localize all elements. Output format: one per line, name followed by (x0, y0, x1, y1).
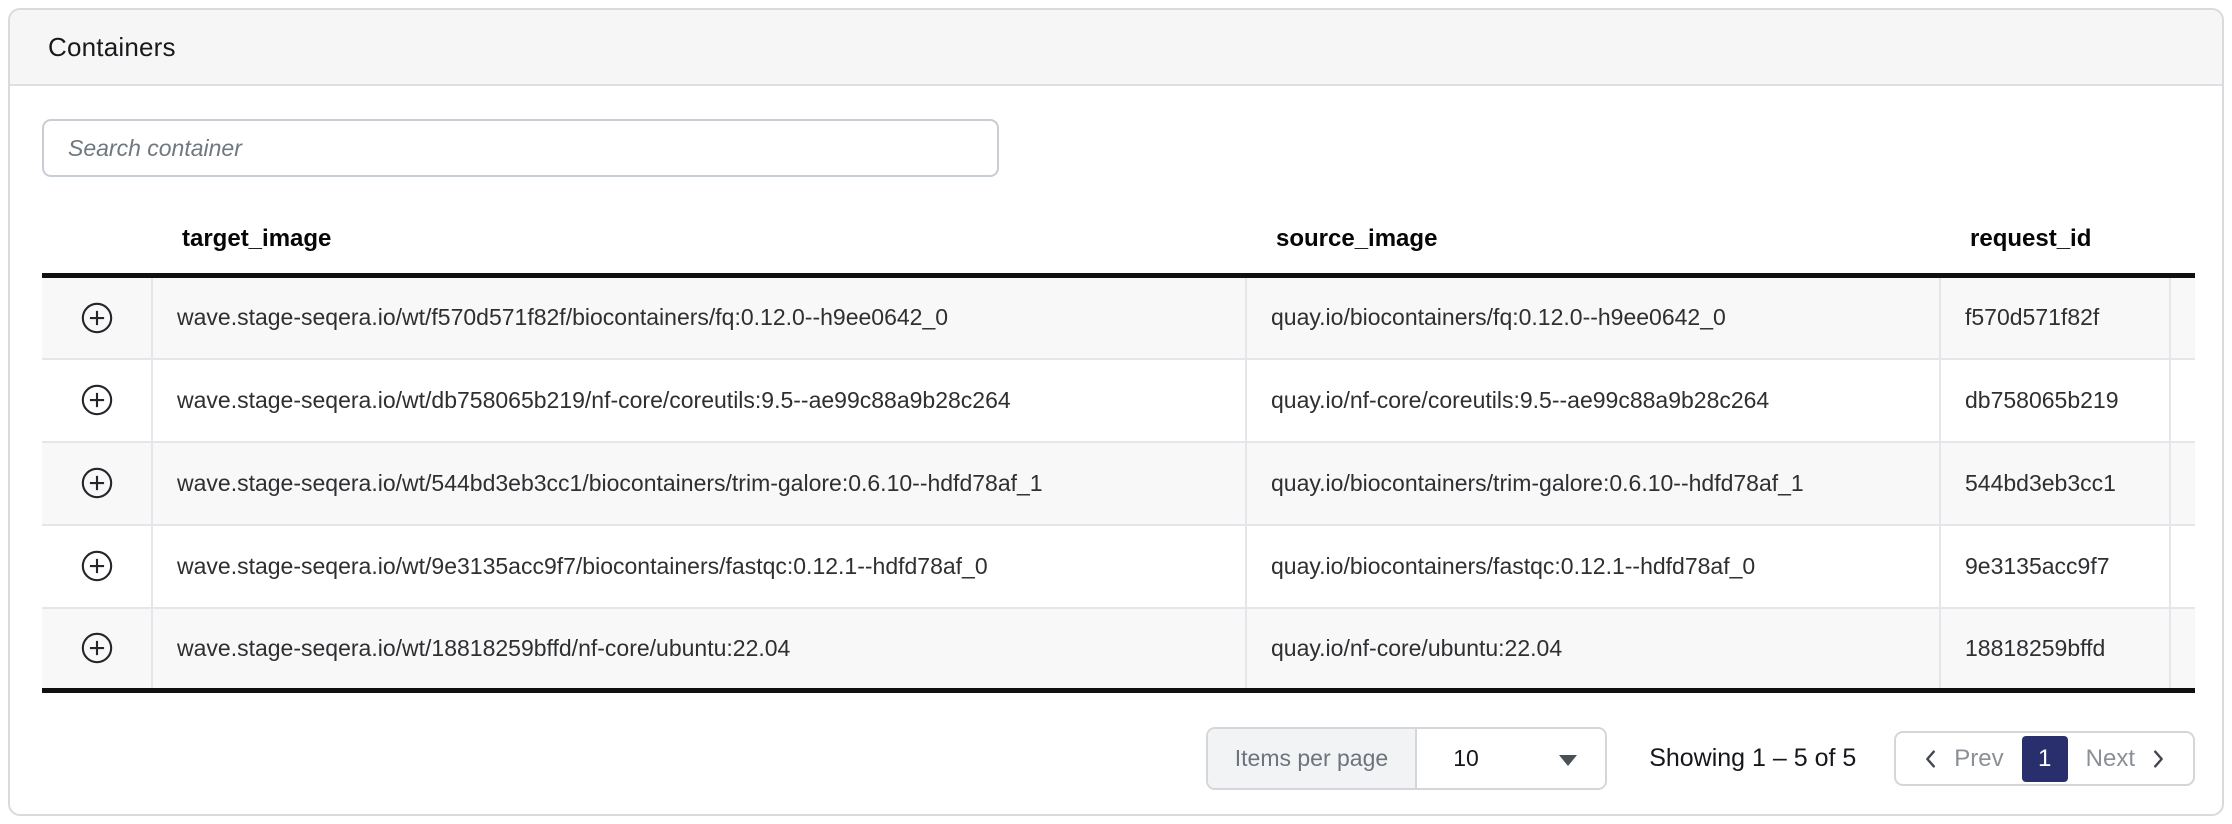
table-row: wave.stage-seqera.io/wt/9e3135acc9f7/bio… (42, 525, 2195, 608)
expand-row-button[interactable] (74, 625, 120, 671)
page-number-button[interactable]: 1 (2022, 736, 2068, 782)
source-image-cell: quay.io/biocontainers/fastqc:0.12.1--hdf… (1246, 525, 1940, 608)
request-id-cell: 9e3135acc9f7 (1940, 525, 2170, 608)
request-id-cell: db758065b219 (1940, 359, 2170, 442)
spacer-cell (2170, 608, 2195, 691)
table-header-row: target_image source_image request_id (42, 205, 2195, 276)
pagination-bar: Items per page 10 Showing 1 – 5 of 5 Pre… (42, 727, 2195, 790)
target-image-cell: wave.stage-seqera.io/wt/544bd3eb3cc1/bio… (152, 442, 1246, 525)
search-input[interactable] (42, 119, 999, 177)
circle-plus-icon (80, 549, 114, 583)
expander-cell (42, 359, 152, 442)
items-per-page-value: 10 (1453, 745, 1479, 772)
prev-label: Prev (1954, 745, 2003, 773)
card-header: Containers (10, 10, 2222, 86)
page-title: Containers (48, 32, 176, 63)
pager: Prev 1 Next (1894, 731, 2195, 786)
items-per-page-label: Items per page (1208, 729, 1417, 788)
table-row: wave.stage-seqera.io/wt/544bd3eb3cc1/bio… (42, 442, 2195, 525)
prev-page-button[interactable]: Prev (1912, 745, 2011, 773)
items-per-page-group: Items per page 10 (1206, 727, 1607, 790)
source-image-cell: quay.io/nf-core/ubuntu:22.04 (1246, 608, 1940, 691)
chevron-right-icon (2147, 748, 2169, 770)
circle-plus-icon (80, 383, 114, 417)
spacer-cell (2170, 525, 2195, 608)
expand-row-button[interactable] (74, 543, 120, 589)
spacer-cell (2170, 276, 2195, 359)
expander-cell (42, 525, 152, 608)
table-row: wave.stage-seqera.io/wt/f570d571f82f/bio… (42, 276, 2195, 359)
expander-cell (42, 608, 152, 691)
column-header-source-image: source_image (1246, 205, 1940, 276)
expand-row-button[interactable] (74, 460, 120, 506)
spacer-cell (2170, 442, 2195, 525)
containers-card: Containers target_image source_image req… (8, 8, 2224, 816)
source-image-cell: quay.io/nf-core/coreutils:9.5--ae99c88a9… (1246, 359, 1940, 442)
column-header-request-id: request_id (1940, 205, 2170, 276)
request-id-cell: 544bd3eb3cc1 (1940, 442, 2170, 525)
containers-table: target_image source_image request_id wav… (42, 205, 2195, 693)
next-label: Next (2086, 745, 2135, 773)
expand-row-button[interactable] (74, 377, 120, 423)
spacer-cell (2170, 359, 2195, 442)
showing-status: Showing 1 – 5 of 5 (1649, 744, 1856, 773)
expander-cell (42, 276, 152, 359)
target-image-cell: wave.stage-seqera.io/wt/f570d571f82f/bio… (152, 276, 1246, 359)
card-body: target_image source_image request_id wav… (10, 86, 2222, 790)
circle-plus-icon (80, 631, 114, 665)
source-image-cell: quay.io/biocontainers/fq:0.12.0--h9ee064… (1246, 276, 1940, 359)
column-header-target-image: target_image (152, 205, 1246, 276)
table-row: wave.stage-seqera.io/wt/db758065b219/nf-… (42, 359, 2195, 442)
table-row: wave.stage-seqera.io/wt/18818259bffd/nf-… (42, 608, 2195, 691)
circle-plus-icon (80, 466, 114, 500)
circle-plus-icon (80, 301, 114, 335)
spacer-column-header (2170, 205, 2195, 276)
source-image-cell: quay.io/biocontainers/trim-galore:0.6.10… (1246, 442, 1940, 525)
target-image-cell: wave.stage-seqera.io/wt/9e3135acc9f7/bio… (152, 525, 1246, 608)
expander-column-header (42, 205, 152, 276)
expand-row-button[interactable] (74, 295, 120, 341)
chevron-left-icon (1920, 748, 1942, 770)
expander-cell (42, 442, 152, 525)
items-per-page-select[interactable]: 10 (1417, 729, 1605, 788)
request-id-cell: f570d571f82f (1940, 276, 2170, 359)
target-image-cell: wave.stage-seqera.io/wt/18818259bffd/nf-… (152, 608, 1246, 691)
target-image-cell: wave.stage-seqera.io/wt/db758065b219/nf-… (152, 359, 1246, 442)
caret-down-icon (1559, 755, 1577, 766)
request-id-cell: 18818259bffd (1940, 608, 2170, 691)
next-page-button[interactable]: Next (2078, 745, 2177, 773)
